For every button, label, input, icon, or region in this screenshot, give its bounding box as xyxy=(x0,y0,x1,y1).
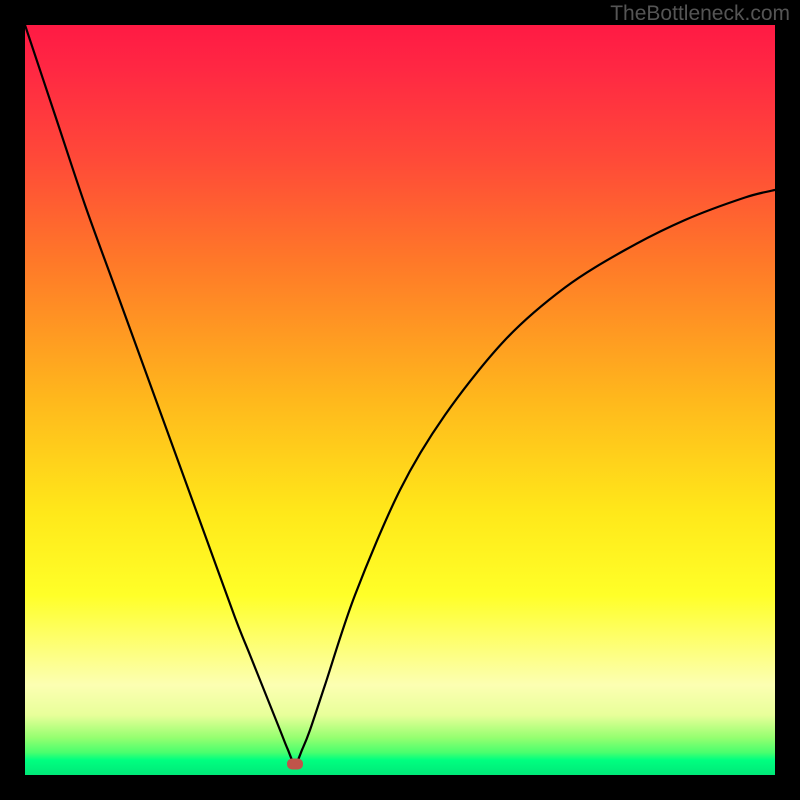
watermark-text: TheBottleneck.com xyxy=(610,2,790,26)
bottleneck-curve-line xyxy=(25,25,775,764)
chart-min-marker xyxy=(287,758,303,769)
chart-plot-area xyxy=(25,25,775,775)
chart-curve-svg xyxy=(25,25,775,775)
